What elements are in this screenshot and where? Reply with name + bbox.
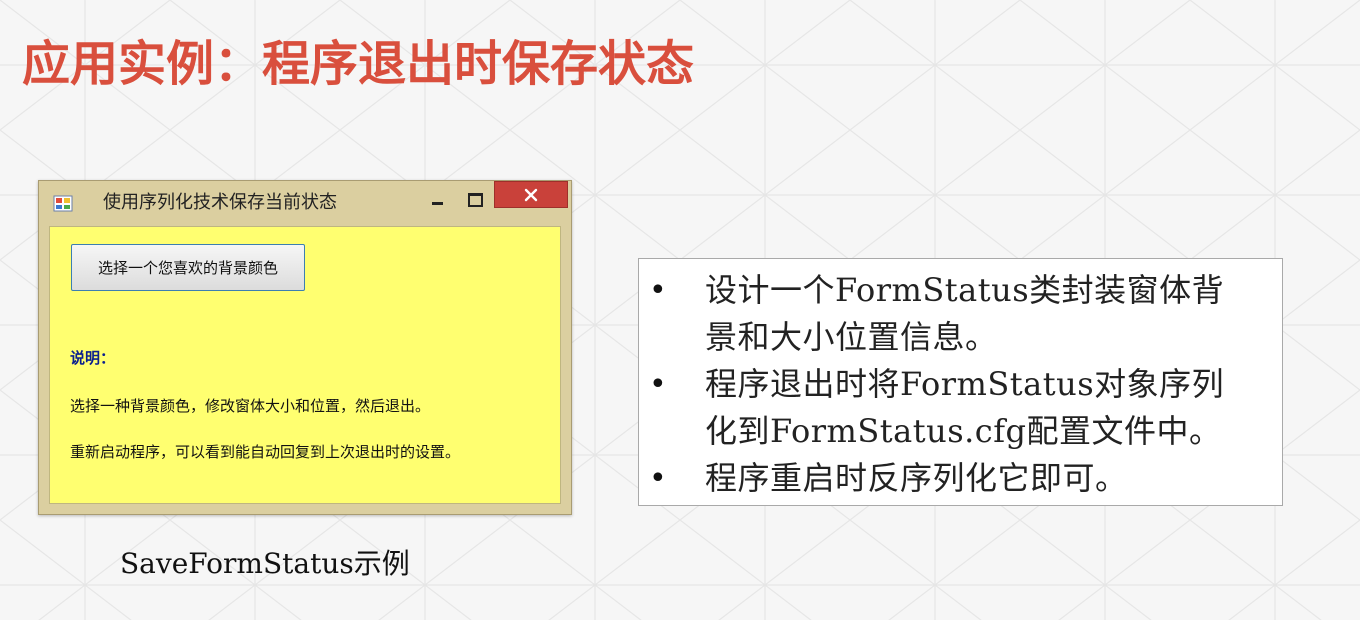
note-line-1: 选择一种背景颜色，修改窗体大小和位置，然后退出。 xyxy=(70,397,431,415)
bullet-marker: • xyxy=(649,367,667,402)
maximize-button[interactable] xyxy=(461,187,489,213)
maximize-icon xyxy=(467,193,483,207)
minimize-icon xyxy=(431,201,443,205)
slide-title: 应用实例：程序退出时保存状态 xyxy=(22,36,695,92)
app-form-icon xyxy=(53,195,73,212)
close-icon xyxy=(524,188,538,201)
window-titlebar[interactable]: 使用序列化技术保存当前状态 xyxy=(39,181,571,221)
bullet-1-line-2: 景和大小位置信息。 xyxy=(705,318,998,356)
note-line-2: 重新启动程序，可以看到能自动回复到上次退出时的设置。 xyxy=(70,443,461,461)
bullet-marker: • xyxy=(649,461,667,496)
screenshot-caption: SaveFormStatus示例 xyxy=(120,547,410,580)
bullet-2-line-2: 化到FormStatus.cfg配置文件中。 xyxy=(705,412,1222,450)
window-title: 使用序列化技术保存当前状态 xyxy=(103,192,337,213)
bullet-marker: • xyxy=(649,273,667,308)
note-label: 说明： xyxy=(70,349,116,367)
bullet-1-line-1: 设计一个FormStatus类封装窗体背 xyxy=(705,271,1225,309)
app-window: 使用序列化技术保存当前状态 选择一个您喜欢的背景颜色 说明： 选择一种背景颜色，… xyxy=(38,180,572,515)
close-button[interactable] xyxy=(494,181,568,208)
choose-color-button[interactable]: 选择一个您喜欢的背景颜色 xyxy=(71,244,305,291)
bullet-3-line-1: 程序重启时反序列化它即可。 xyxy=(705,459,1128,497)
minimize-button[interactable] xyxy=(423,187,451,213)
window-client-area: 选择一个您喜欢的背景颜色 说明： 选择一种背景颜色，修改窗体大小和位置，然后退出… xyxy=(49,226,561,504)
bullet-list-box: • 设计一个FormStatus类封装窗体背 景和大小位置信息。 • 程序退出时… xyxy=(638,258,1283,506)
bullet-2-line-1: 程序退出时将FormStatus对象序列 xyxy=(705,365,1225,403)
